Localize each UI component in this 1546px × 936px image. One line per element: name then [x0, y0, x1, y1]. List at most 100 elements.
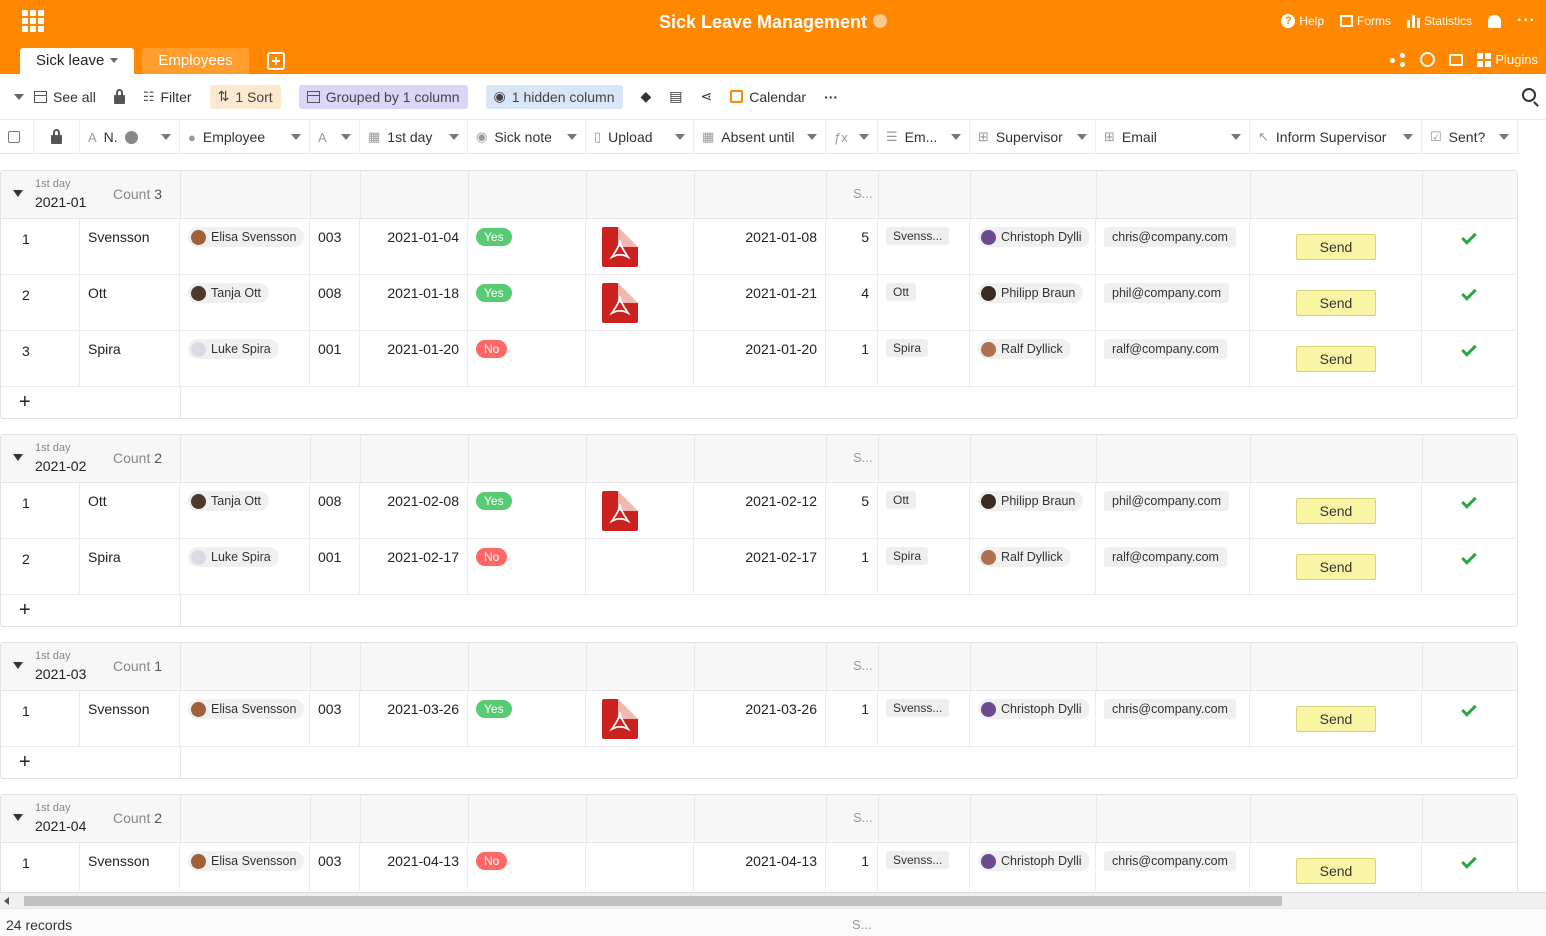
- plugins-button[interactable]: Plugins: [1477, 52, 1538, 67]
- group-header[interactable]: 1st day 2021-03 Count 1 S...: [1, 643, 1517, 691]
- chevron-down-icon[interactable]: [807, 134, 817, 140]
- group-header[interactable]: 1st day 2021-02 Count 2 S...: [1, 435, 1517, 483]
- add-row-icon[interactable]: +: [19, 391, 31, 413]
- chevron-down-icon[interactable]: [341, 134, 351, 140]
- email-cell[interactable]: ralf@company.com: [1096, 331, 1250, 387]
- sent-cell[interactable]: [1422, 843, 1517, 899]
- lock-view-button[interactable]: [113, 85, 125, 109]
- collapse-triangle-icon[interactable]: [13, 190, 23, 197]
- color-rows-button[interactable]: ◆: [641, 85, 652, 109]
- id-cell[interactable]: 001: [310, 331, 360, 387]
- id-cell[interactable]: 003: [310, 843, 360, 899]
- filter-button[interactable]: ☷ Filter: [143, 85, 192, 109]
- chevron-down-icon[interactable]: [1403, 134, 1413, 140]
- absent-until-cell[interactable]: 2021-04-13: [694, 843, 826, 899]
- email-cell[interactable]: phil@company.com: [1096, 483, 1250, 539]
- name-cell[interactable]: Svensson: [80, 219, 180, 275]
- absent-until-cell[interactable]: 2021-02-12: [694, 483, 826, 539]
- sent-cell[interactable]: [1422, 219, 1517, 275]
- employee-cell[interactable]: Elisa Svensson: [180, 843, 310, 899]
- id-cell[interactable]: 001: [310, 539, 360, 595]
- email-cell[interactable]: chris@company.com: [1096, 691, 1250, 747]
- column-header-upload[interactable]: ▯ Upload: [586, 120, 694, 154]
- first-day-cell[interactable]: 2021-01-04: [360, 219, 468, 275]
- employee-cell[interactable]: Tanja Ott: [180, 275, 310, 331]
- absent-until-cell[interactable]: 2021-02-17: [694, 539, 826, 595]
- footer-summary[interactable]: S...: [852, 917, 872, 932]
- table-row[interactable]: 1 Svensson Elisa Svensson 003 2021-03-26 Yes 2…: [1, 691, 1517, 747]
- name-cell[interactable]: Svensson: [80, 843, 180, 899]
- pdf-file-icon[interactable]: [602, 283, 638, 323]
- employee-cell[interactable]: Luke Spira: [180, 539, 310, 595]
- chevron-down-icon[interactable]: [291, 134, 301, 140]
- sent-cell[interactable]: [1422, 275, 1517, 331]
- sick-note-cell[interactable]: No: [468, 331, 586, 387]
- forms-button[interactable]: Forms: [1340, 14, 1391, 28]
- name-cell[interactable]: Svensson: [80, 691, 180, 747]
- group-summary[interactable]: S...: [853, 658, 873, 673]
- add-table-icon[interactable]: [266, 52, 285, 70]
- sent-cell[interactable]: [1422, 331, 1517, 387]
- upload-cell[interactable]: [586, 219, 694, 275]
- column-header-employee[interactable]: ● Employee: [180, 120, 310, 154]
- em-cell[interactable]: Ott: [878, 275, 970, 331]
- see-all-button[interactable]: See all: [34, 85, 96, 109]
- group-summary[interactable]: S...: [853, 810, 873, 825]
- em-cell[interactable]: Spira: [878, 331, 970, 387]
- table-row[interactable]: 1 Ott Tanja Ott 008 2021-02-08 Yes 2021-02-12 5…: [1, 483, 1517, 539]
- absent-until-cell[interactable]: 2021-03-26: [694, 691, 826, 747]
- table-row[interactable]: 2 Spira Luke Spira 001 2021-02-17 No 2021-02-1…: [1, 539, 1517, 595]
- group-header[interactable]: 1st day 2021-01 Count 3 S...: [1, 171, 1517, 219]
- column-header-lock[interactable]: [34, 120, 80, 154]
- upload-cell[interactable]: [586, 843, 694, 899]
- share-icon[interactable]: [1390, 52, 1406, 67]
- send-button[interactable]: Send: [1296, 706, 1376, 732]
- column-header-absent-until[interactable]: ▦ Absent until: [694, 120, 826, 154]
- column-header-n[interactable]: A N.: [80, 120, 180, 154]
- group-button[interactable]: Grouped by 1 column: [298, 84, 468, 109]
- send-button[interactable]: Send: [1296, 498, 1376, 524]
- send-button[interactable]: Send: [1296, 234, 1376, 260]
- column-header-first-day[interactable]: ▦ 1st day: [360, 120, 468, 154]
- column-header-check[interactable]: [0, 120, 34, 154]
- employee-cell[interactable]: Tanja Ott: [180, 483, 310, 539]
- chevron-down-icon[interactable]: [1499, 134, 1509, 140]
- group-summary[interactable]: S...: [853, 186, 873, 201]
- table-row[interactable]: 1 Svensson Elisa Svensson 003 2021-01-04 Yes 2…: [1, 219, 1517, 275]
- upload-cell[interactable]: [586, 275, 694, 331]
- supervisor-cell[interactable]: Philipp Braun: [970, 275, 1096, 331]
- supervisor-cell[interactable]: Christoph Dylli: [970, 843, 1096, 899]
- sick-note-cell[interactable]: Yes: [468, 483, 586, 539]
- name-cell[interactable]: Ott: [80, 275, 180, 331]
- email-cell[interactable]: chris@company.com: [1096, 219, 1250, 275]
- name-cell[interactable]: Spira: [80, 331, 180, 387]
- em-cell[interactable]: Spira: [878, 539, 970, 595]
- column-header-fx[interactable]: ƒx: [826, 120, 878, 154]
- row-height-button[interactable]: ▤: [669, 85, 682, 109]
- id-cell[interactable]: 003: [310, 691, 360, 747]
- pdf-file-icon[interactable]: [602, 491, 638, 531]
- bell-icon[interactable]: [1488, 14, 1502, 28]
- more-icon[interactable]: ···: [1517, 13, 1536, 29]
- upload-cell[interactable]: [586, 691, 694, 747]
- collapse-caret-icon[interactable]: [14, 93, 24, 100]
- email-cell[interactable]: chris@company.com: [1096, 843, 1250, 899]
- id-cell[interactable]: 003: [310, 219, 360, 275]
- api-icon[interactable]: [1449, 53, 1464, 66]
- more-tools-button[interactable]: ···: [824, 85, 838, 109]
- column-header-email[interactable]: ⊞ Email: [1096, 120, 1250, 154]
- add-row-icon[interactable]: +: [19, 599, 31, 621]
- supervisor-cell[interactable]: Ralf Dyllick: [970, 539, 1096, 595]
- first-day-cell[interactable]: 2021-03-26: [360, 691, 468, 747]
- chevron-down-icon[interactable]: [449, 134, 459, 140]
- info-icon[interactable]: [124, 130, 138, 144]
- first-day-cell[interactable]: 2021-02-17: [360, 539, 468, 595]
- first-day-cell[interactable]: 2021-02-08: [360, 483, 468, 539]
- absent-until-cell[interactable]: 2021-01-20: [694, 331, 826, 387]
- name-cell[interactable]: Ott: [80, 483, 180, 539]
- tab-sick-leave[interactable]: Sick leave: [20, 48, 135, 74]
- column-header-sick-note[interactable]: ◉ Sick note: [468, 120, 586, 154]
- history-icon[interactable]: [1420, 52, 1436, 67]
- collapse-triangle-icon[interactable]: [13, 814, 23, 821]
- add-row-icon[interactable]: +: [19, 751, 31, 773]
